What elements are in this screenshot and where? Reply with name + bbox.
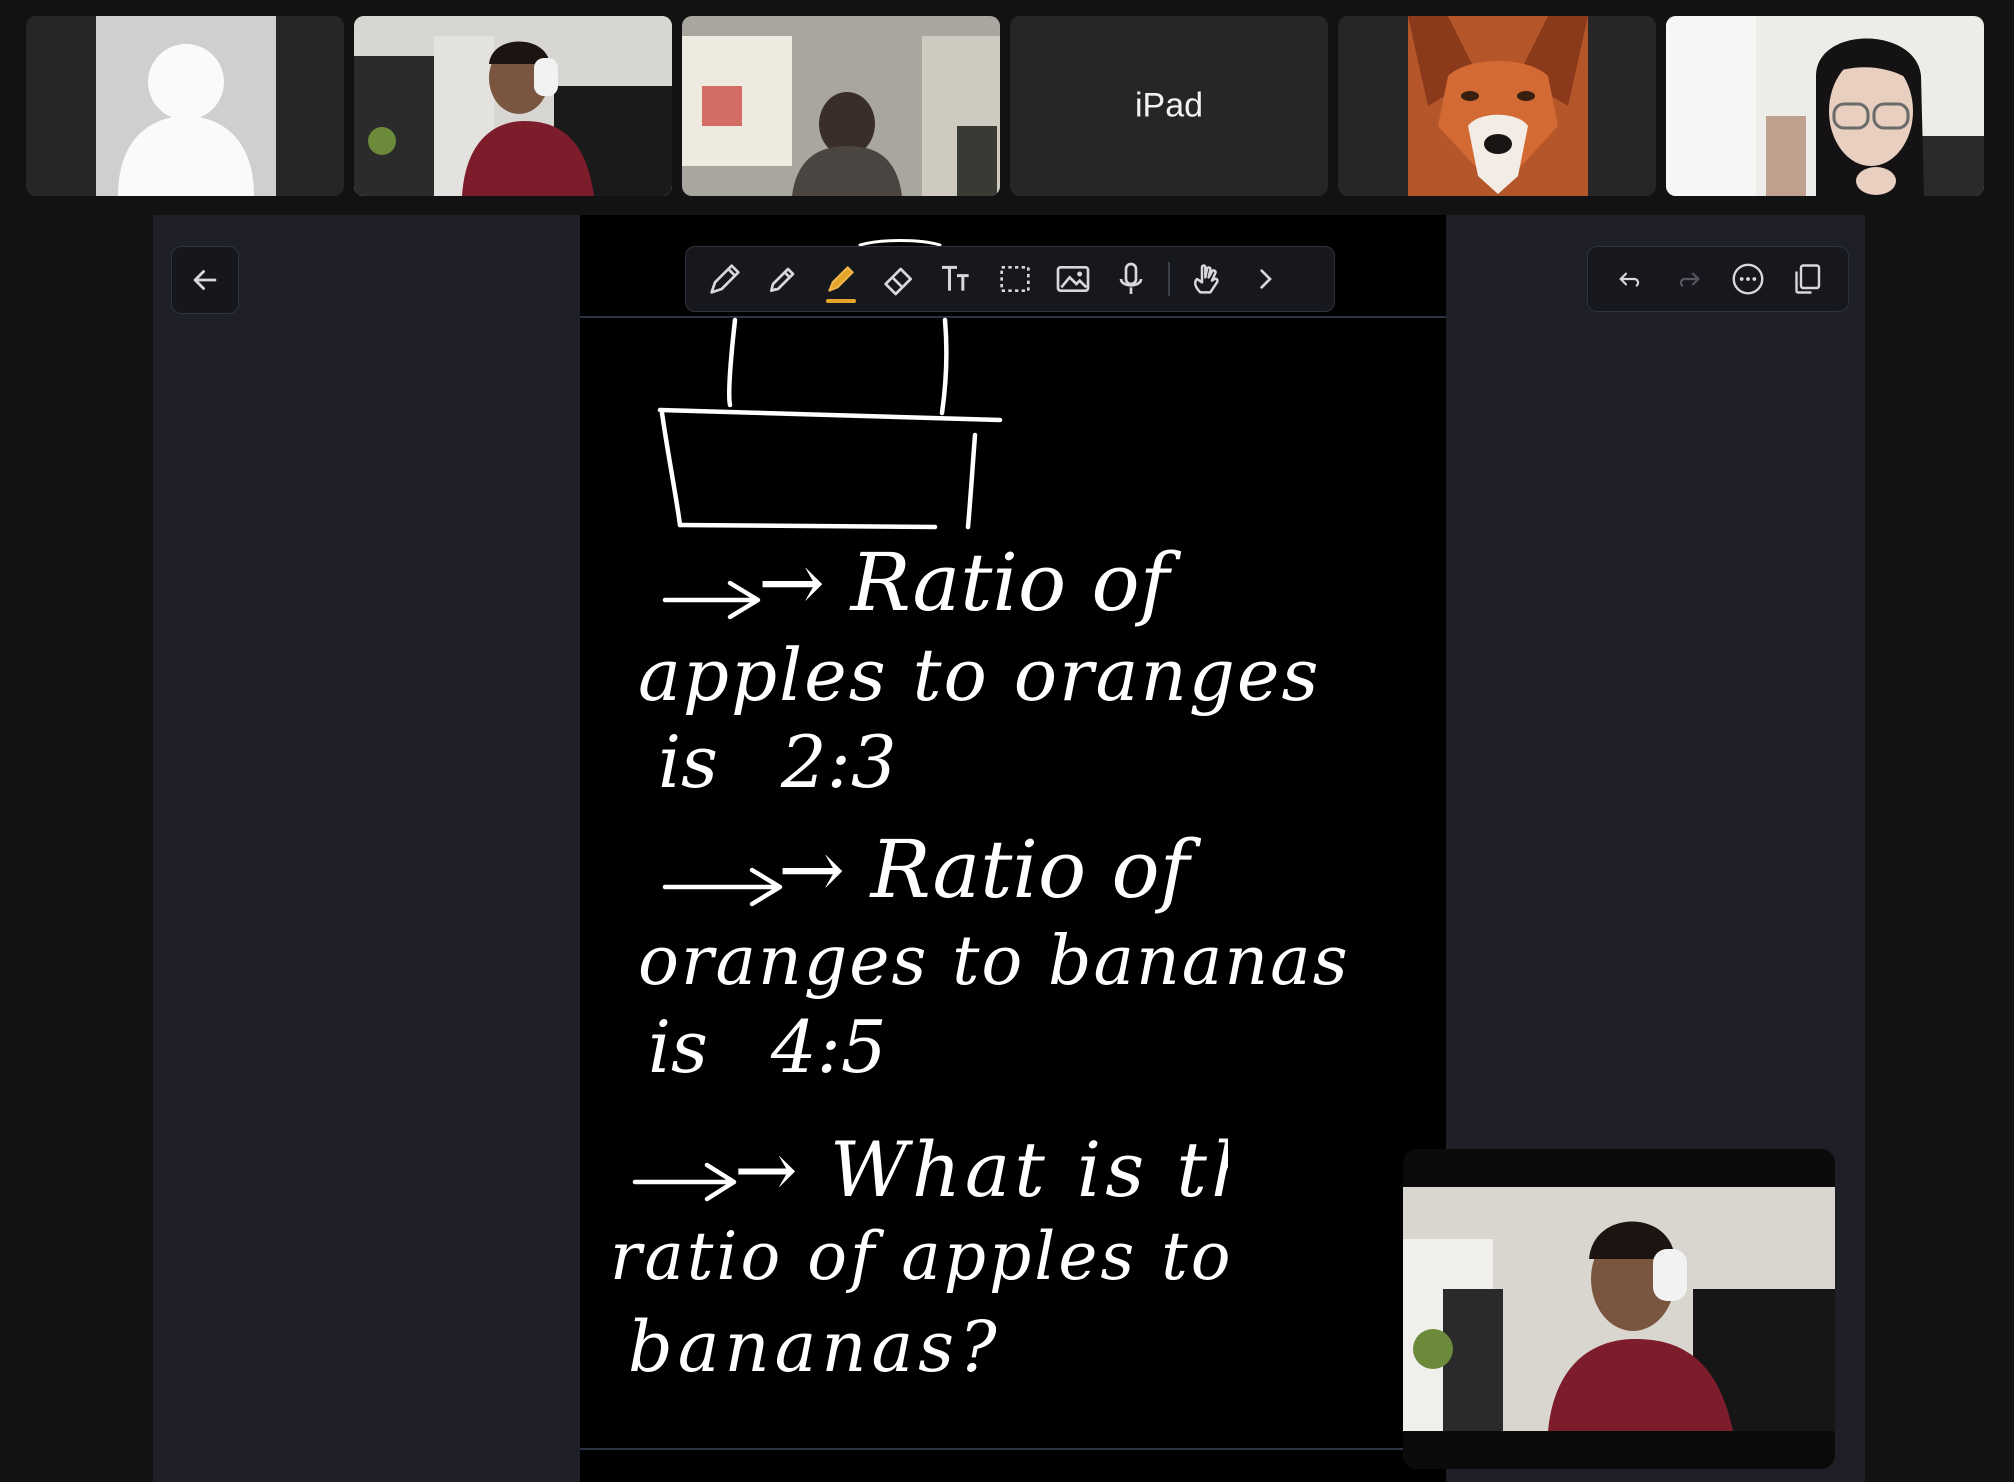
note-line-3: is 2:3 (658, 720, 897, 804)
participant-name: iPad (1134, 86, 1204, 125)
pen-icon (710, 264, 740, 294)
participant-tile-5[interactable] (1338, 16, 1656, 196)
toolbar-separator (1168, 262, 1170, 296)
eraser-icon (884, 267, 912, 296)
participant-strip: iPad (0, 0, 2014, 205)
participant-tile-1[interactable] (26, 16, 344, 196)
image-icon (1056, 266, 1090, 292)
avatar-placeholder-icon (96, 16, 276, 196)
participant-tile-3[interactable] (682, 16, 1000, 196)
note-line-1: → Ratio of (758, 536, 1170, 629)
highlighter-icon (828, 266, 854, 292)
chevron-right-icon (1260, 269, 1272, 289)
back-button[interactable] (171, 246, 239, 314)
edit-controls (1587, 246, 1849, 312)
eraser-tool-button[interactable] (870, 249, 928, 309)
note-line-2: apples to oranges (638, 633, 1321, 717)
hand-touch-icon (1194, 264, 1219, 294)
pen-tool-button[interactable] (696, 249, 754, 309)
toolbar-more-button[interactable] (1236, 249, 1294, 309)
text-icon (942, 265, 969, 291)
participant-video (1666, 16, 1984, 196)
lasso-tool-button[interactable] (986, 249, 1044, 309)
note-line-8: ratio of apples to (610, 1218, 1234, 1295)
redo-button[interactable] (1663, 249, 1715, 309)
text-tool-button[interactable] (928, 249, 986, 309)
redo-icon (1679, 272, 1700, 287)
notes-canvas[interactable]: → Ratio of apples to oranges is 2:3 → Ra… (580, 215, 1446, 1482)
participant-tile-4[interactable]: iPad (1010, 16, 1328, 196)
more-icon (1732, 263, 1763, 295)
note-line-7: → What is the (734, 1125, 1228, 1214)
lasso-select-icon (1000, 266, 1030, 292)
participant-video (682, 16, 1000, 196)
microphone-tool-button[interactable] (1102, 249, 1160, 309)
note-line-4: → Ratio of (778, 823, 1190, 916)
pencil-tool-button[interactable] (754, 249, 812, 309)
self-view-video[interactable] (1403, 1149, 1835, 1469)
participant-tile-6[interactable] (1666, 16, 1984, 196)
microphone-icon (1119, 262, 1143, 294)
pages-icon (1794, 264, 1820, 294)
participant-video (354, 16, 672, 196)
note-line-5: oranges to bananas (638, 922, 1350, 1001)
note-line-9: bananas? (628, 1306, 1002, 1388)
participant-tile-2[interactable] (354, 16, 672, 196)
arrow-left-icon (193, 270, 217, 290)
highlighter-tool-button[interactable] (812, 249, 870, 309)
image-tool-button[interactable] (1044, 249, 1102, 309)
touch-mode-button[interactable] (1178, 249, 1236, 309)
more-options-button[interactable] (1722, 249, 1774, 309)
drawing-toolbar (685, 246, 1335, 312)
fox-avatar-image (1408, 16, 1588, 196)
pencil-icon (770, 267, 795, 292)
self-video (1403, 1149, 1835, 1469)
pages-button[interactable] (1781, 249, 1833, 309)
undo-button[interactable] (1604, 249, 1656, 309)
undo-icon (1618, 272, 1639, 287)
note-line-6: is 4:5 (648, 1005, 887, 1089)
